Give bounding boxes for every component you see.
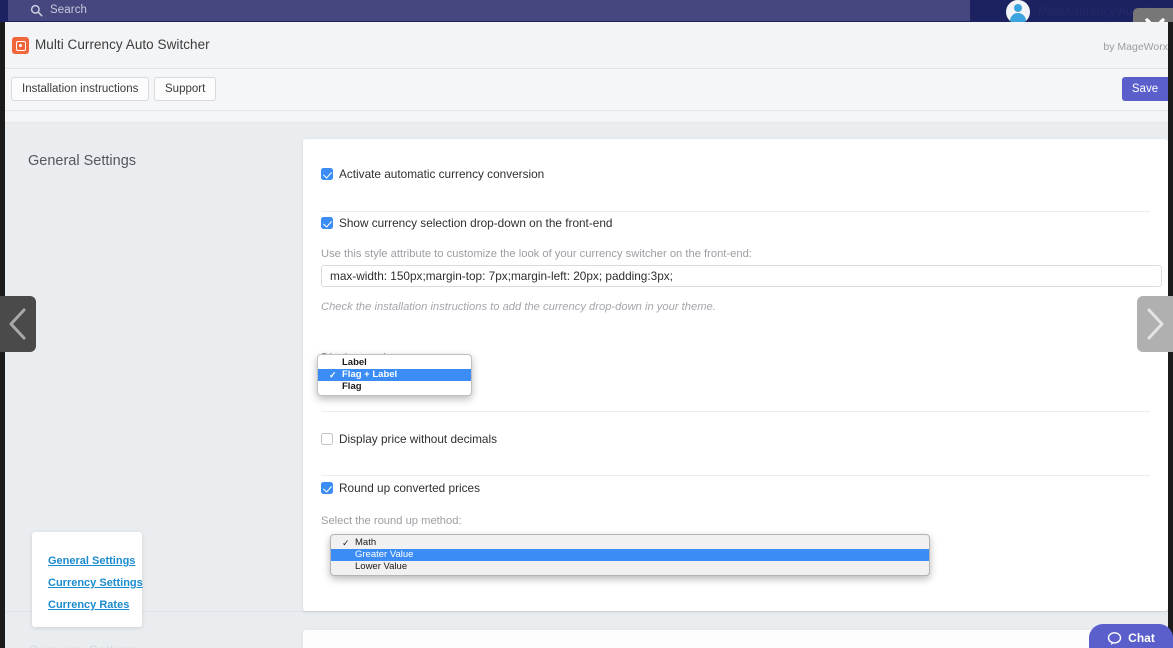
sidebar-item-currency-settings[interactable]: Currency Settings — [48, 577, 143, 589]
sidebar-item-general-settings[interactable]: General Settings — [48, 555, 135, 567]
round-method-option-greater[interactable]: Greater Value — [331, 549, 929, 561]
chat-widget-button[interactable]: Chat — [1089, 624, 1173, 648]
chevron-left-icon — [9, 308, 26, 340]
sidebar-item-currency-rates[interactable]: Currency Rates — [48, 599, 129, 611]
round-method-dropdown-menu[interactable]: ✓ Math Greater Value Lower Value — [330, 534, 930, 576]
section-divider — [5, 611, 1168, 612]
no-decimals-checkbox[interactable] — [321, 433, 333, 445]
style-attribute-note: Check the installation instructions to a… — [321, 301, 716, 313]
bottom-section-title: Currency Settings — [28, 642, 139, 648]
no-decimals-label: Display price without decimals — [339, 432, 498, 446]
app-logo-icon — [12, 37, 29, 54]
avatar-head — [1014, 4, 1022, 12]
display-mode-dropdown-menu[interactable]: Label ✓ Flag + Label Flag — [317, 354, 472, 396]
activate-conversion-checkbox[interactable] — [321, 168, 333, 180]
check-icon: ✓ — [329, 370, 337, 380]
chevron-right-icon — [1147, 308, 1164, 340]
toolbar: Installation instructions Support Save — [5, 69, 1168, 111]
save-button[interactable]: Save — [1122, 77, 1168, 101]
round-method-option-math[interactable]: ✓ Math — [331, 537, 929, 549]
display-mode-option-flag-label[interactable]: ✓ Flag + Label — [318, 369, 471, 381]
show-dropdown-checkbox[interactable] — [321, 217, 333, 229]
show-dropdown-label: Show currency selection drop-down on the… — [339, 216, 613, 230]
display-mode-option-flag[interactable]: Flag — [318, 381, 471, 393]
page-body: General Settings Currency Settings Activ… — [5, 123, 1168, 648]
search-icon — [30, 4, 43, 17]
avatar[interactable] — [1006, 0, 1030, 24]
page-strip — [5, 111, 1168, 123]
section-title: General Settings — [28, 153, 137, 169]
search-bar[interactable]: Search — [8, 0, 970, 21]
activate-conversion-label: Activate automatic currency conversion — [339, 167, 545, 181]
search-placeholder: Search — [50, 4, 88, 16]
vendor-credit: by MageWorx — [1103, 41, 1168, 53]
round-method-hint: Select the round up method: — [321, 515, 462, 527]
divider-2 — [321, 411, 1150, 412]
display-mode-option-label[interactable]: Label — [318, 357, 471, 369]
round-method-option-math-text: Math — [355, 537, 377, 548]
display-mode-option-flag-label-text: Flag + Label — [342, 369, 398, 380]
settings-nav-card: General Settings Currency Settings Curre… — [32, 532, 143, 627]
round-method-option-lower[interactable]: Lower Value — [331, 561, 929, 573]
app-header: Multi Currency Auto Switcher by MageWorx — [5, 22, 1168, 69]
chat-label: Chat — [1128, 631, 1155, 645]
page-title: Multi Currency Auto Switcher — [35, 37, 210, 52]
check-icon: ✓ — [342, 538, 350, 548]
style-attribute-hint: Use this style attribute to customize th… — [321, 248, 752, 260]
carousel-next-button[interactable] — [1137, 296, 1173, 352]
divider-3 — [321, 475, 1150, 476]
round-up-label: Round up converted prices — [339, 481, 480, 495]
style-attribute-input[interactable] — [321, 265, 1162, 287]
chat-bubble-icon — [1107, 631, 1122, 645]
round-up-checkbox[interactable] — [321, 482, 333, 494]
support-button[interactable]: Support — [154, 77, 217, 101]
app-root: Search Multi Currency Auto Switcher Mult… — [0, 0, 1173, 648]
installation-instructions-button[interactable]: Installation instructions — [11, 77, 150, 101]
carousel-prev-button[interactable] — [0, 296, 36, 352]
divider-1 — [321, 211, 1150, 212]
currency-settings-card — [303, 630, 1168, 648]
